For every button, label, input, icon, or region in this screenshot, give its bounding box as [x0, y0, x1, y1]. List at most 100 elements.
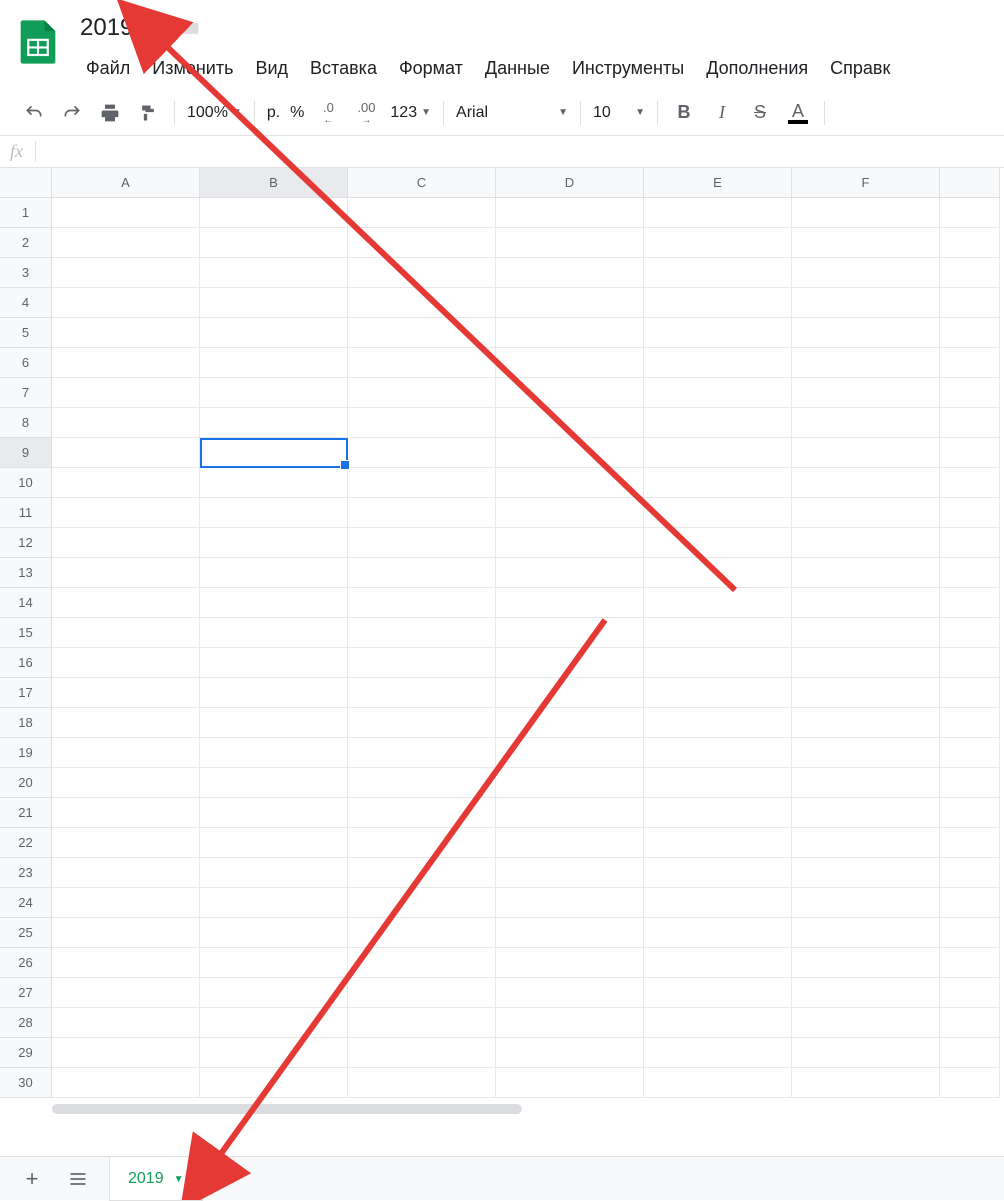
cell[interactable]: [792, 588, 940, 618]
cell[interactable]: [496, 888, 644, 918]
cell[interactable]: [644, 498, 792, 528]
cell[interactable]: [52, 948, 200, 978]
cell[interactable]: [348, 798, 496, 828]
cell[interactable]: [200, 798, 348, 828]
cell[interactable]: [348, 618, 496, 648]
document-title[interactable]: 2019: [72, 14, 133, 42]
row-header[interactable]: 4: [0, 288, 52, 318]
cell[interactable]: [496, 468, 644, 498]
menu-edit[interactable]: Изменить: [142, 54, 243, 83]
cell[interactable]: [644, 738, 792, 768]
currency-button[interactable]: р.: [263, 104, 284, 122]
cell[interactable]: [496, 708, 644, 738]
cell[interactable]: [644, 798, 792, 828]
cell[interactable]: [644, 348, 792, 378]
row-header[interactable]: 17: [0, 678, 52, 708]
cell[interactable]: [940, 318, 1000, 348]
cell[interactable]: [644, 558, 792, 588]
cell[interactable]: [348, 528, 496, 558]
cell[interactable]: [496, 1038, 644, 1068]
cell[interactable]: [792, 498, 940, 528]
cell[interactable]: [792, 468, 940, 498]
cell[interactable]: [792, 318, 940, 348]
column-header[interactable]: A: [52, 168, 200, 198]
row-header[interactable]: 14: [0, 588, 52, 618]
cell[interactable]: [200, 1068, 348, 1098]
cell[interactable]: [792, 648, 940, 678]
cell[interactable]: [348, 378, 496, 408]
cell[interactable]: [644, 708, 792, 738]
cell[interactable]: [644, 888, 792, 918]
spreadsheet-grid[interactable]: ABCDEF1234567891011121314151617181920212…: [0, 168, 1004, 1098]
cell[interactable]: [200, 588, 348, 618]
cell[interactable]: [940, 1068, 1000, 1098]
row-header[interactable]: 23: [0, 858, 52, 888]
cell[interactable]: [348, 348, 496, 378]
cell[interactable]: [348, 228, 496, 258]
cell[interactable]: [348, 468, 496, 498]
cell[interactable]: [792, 918, 940, 948]
cell[interactable]: [348, 258, 496, 288]
cell[interactable]: [940, 438, 1000, 468]
row-header[interactable]: 30: [0, 1068, 52, 1098]
row-header[interactable]: 8: [0, 408, 52, 438]
cell[interactable]: [792, 768, 940, 798]
cell[interactable]: [792, 528, 940, 558]
cell[interactable]: [52, 288, 200, 318]
paint-format-button[interactable]: [130, 95, 166, 131]
cell[interactable]: [52, 828, 200, 858]
cell[interactable]: [792, 288, 940, 318]
cell[interactable]: [200, 348, 348, 378]
cell[interactable]: [496, 228, 644, 258]
cell[interactable]: [940, 708, 1000, 738]
cell[interactable]: [52, 588, 200, 618]
cell[interactable]: [52, 738, 200, 768]
text-color-button[interactable]: A: [780, 95, 816, 131]
cell[interactable]: [940, 858, 1000, 888]
cell[interactable]: [644, 588, 792, 618]
menu-file[interactable]: Файл: [76, 54, 140, 83]
font-size-select[interactable]: 10 ▼: [589, 104, 649, 122]
italic-button[interactable]: I: [704, 95, 740, 131]
cell[interactable]: [644, 528, 792, 558]
redo-button[interactable]: [54, 95, 90, 131]
folder-icon[interactable]: [181, 18, 201, 38]
cell[interactable]: [496, 408, 644, 438]
row-header[interactable]: 6: [0, 348, 52, 378]
cell[interactable]: [348, 738, 496, 768]
row-header[interactable]: 21: [0, 798, 52, 828]
cell[interactable]: [940, 648, 1000, 678]
cell[interactable]: [348, 288, 496, 318]
cell[interactable]: [644, 318, 792, 348]
cell[interactable]: [52, 708, 200, 738]
cell[interactable]: [792, 348, 940, 378]
cell[interactable]: [200, 318, 348, 348]
more-formats-button[interactable]: 123 ▼: [386, 104, 435, 122]
cell[interactable]: [644, 468, 792, 498]
cell[interactable]: [496, 768, 644, 798]
cell[interactable]: [792, 228, 940, 258]
cell[interactable]: [792, 1068, 940, 1098]
cell[interactable]: [52, 678, 200, 708]
cell[interactable]: [52, 1038, 200, 1068]
cell[interactable]: [200, 528, 348, 558]
cell[interactable]: [348, 918, 496, 948]
cell[interactable]: [348, 948, 496, 978]
column-header[interactable]: E: [644, 168, 792, 198]
cell[interactable]: [200, 828, 348, 858]
row-header[interactable]: 11: [0, 498, 52, 528]
cell[interactable]: [200, 648, 348, 678]
cell[interactable]: [940, 828, 1000, 858]
cell[interactable]: [52, 198, 200, 228]
row-header[interactable]: 10: [0, 468, 52, 498]
add-sheet-button[interactable]: +: [18, 1165, 46, 1193]
cell[interactable]: [496, 978, 644, 1008]
cell[interactable]: [348, 678, 496, 708]
cell[interactable]: [348, 318, 496, 348]
cell[interactable]: [940, 258, 1000, 288]
cell[interactable]: [940, 378, 1000, 408]
cell[interactable]: [348, 978, 496, 1008]
cell[interactable]: [792, 828, 940, 858]
cell[interactable]: [348, 588, 496, 618]
cell[interactable]: [200, 978, 348, 1008]
